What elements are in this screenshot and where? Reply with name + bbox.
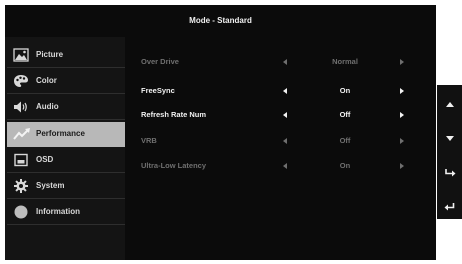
up-button[interactable] bbox=[437, 91, 462, 117]
up-arrow-icon bbox=[446, 102, 454, 107]
palette-icon bbox=[13, 74, 29, 88]
osd-sidebar: Picture Color Audio Performance OSD Syst… bbox=[5, 37, 125, 260]
setting-row-refresh-rate-num[interactable]: Refresh Rate Num Off bbox=[125, 103, 436, 127]
right-arrow-icon[interactable] bbox=[400, 163, 404, 169]
menu-item-label: Color bbox=[36, 76, 57, 85]
osd-window-icon bbox=[13, 153, 29, 167]
gear-icon bbox=[13, 179, 29, 193]
picture-icon bbox=[13, 48, 29, 62]
menu-item-system[interactable]: System bbox=[7, 174, 125, 199]
enter-button[interactable] bbox=[437, 159, 462, 185]
menu-item-color[interactable]: Color bbox=[7, 69, 125, 94]
osd-menu: Mode - Standard Picture Color Audio Perf… bbox=[5, 5, 436, 260]
right-arrow-icon[interactable] bbox=[400, 112, 404, 118]
back-button[interactable] bbox=[437, 193, 462, 219]
right-arrow-icon[interactable] bbox=[400, 138, 404, 144]
info-circle-icon bbox=[13, 205, 29, 219]
setting-value: On bbox=[339, 161, 351, 170]
back-icon bbox=[444, 200, 456, 218]
left-arrow-icon[interactable] bbox=[283, 138, 287, 144]
enter-icon bbox=[444, 166, 456, 184]
left-arrow-icon[interactable] bbox=[283, 59, 287, 65]
osd-title: Mode - Standard bbox=[189, 16, 252, 25]
menu-item-label: Information bbox=[36, 207, 80, 216]
menu-item-audio[interactable]: Audio bbox=[7, 95, 125, 120]
performance-graph-icon bbox=[13, 127, 30, 141]
right-arrow-icon[interactable] bbox=[400, 88, 404, 94]
setting-label: Over Drive bbox=[141, 57, 179, 66]
settings-panel: Over Drive Normal FreeSync On Refresh Ra… bbox=[125, 37, 436, 260]
menu-item-osd[interactable]: OSD bbox=[7, 148, 125, 173]
menu-item-label: Picture bbox=[36, 50, 64, 59]
speaker-icon bbox=[13, 100, 29, 114]
setting-value: Normal bbox=[332, 57, 358, 66]
setting-value: Off bbox=[339, 110, 351, 119]
setting-row-freesync[interactable]: FreeSync On bbox=[125, 79, 436, 103]
setting-value: On bbox=[339, 86, 351, 95]
menu-item-label: OSD bbox=[36, 155, 54, 164]
setting-row-vrb: VRB Off bbox=[125, 129, 436, 153]
setting-label: VRB bbox=[141, 136, 157, 145]
left-arrow-icon[interactable] bbox=[283, 88, 287, 94]
menu-item-label: Performance bbox=[36, 129, 85, 138]
left-arrow-icon[interactable] bbox=[283, 112, 287, 118]
setting-label: Ultra-Low Latency bbox=[141, 161, 207, 170]
down-arrow-icon bbox=[446, 136, 454, 141]
menu-item-label: System bbox=[36, 181, 65, 190]
left-arrow-icon[interactable] bbox=[283, 163, 287, 169]
menu-item-performance[interactable]: Performance bbox=[7, 122, 125, 147]
menu-item-information[interactable]: Information bbox=[7, 200, 125, 225]
setting-row-ultra-low-latency: Ultra-Low Latency On bbox=[125, 154, 436, 178]
setting-label: FreeSync bbox=[141, 86, 175, 95]
navigation-keys bbox=[437, 85, 462, 219]
setting-row-over-drive: Over Drive Normal bbox=[125, 50, 436, 74]
menu-item-label: Audio bbox=[36, 102, 59, 111]
right-arrow-icon[interactable] bbox=[400, 59, 404, 65]
setting-value: Off bbox=[339, 136, 351, 145]
menu-item-picture[interactable]: Picture bbox=[7, 43, 125, 68]
setting-label: Refresh Rate Num bbox=[141, 110, 207, 119]
down-button[interactable] bbox=[437, 125, 462, 151]
